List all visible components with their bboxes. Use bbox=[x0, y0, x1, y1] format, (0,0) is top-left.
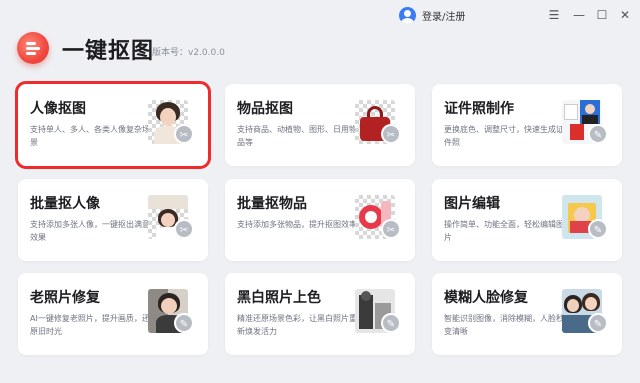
title-bar: 一键抠图 版本号：v2.0.0.0 登录/注册 ☰ — ☐ ✕ bbox=[0, 0, 640, 78]
edit-badge-icon: ✎ bbox=[588, 124, 608, 144]
card-face-restore[interactable]: 模糊人脸修复 智能识别图像，消除模糊，人脸秒变清晰 ✎ bbox=[432, 273, 622, 355]
cutout-badge-icon: ✂ bbox=[381, 124, 401, 144]
edit-badge-icon: ✎ bbox=[588, 219, 608, 239]
card-title: 批量抠人像 bbox=[30, 196, 100, 212]
card-desc: 更换底色、调整尺寸，快速生成证件照 bbox=[444, 125, 564, 147]
card-title: 老照片修复 bbox=[30, 290, 100, 306]
login-label: 登录/注册 bbox=[422, 12, 466, 23]
close-icon[interactable]: ✕ bbox=[617, 6, 633, 24]
card-object-cutout[interactable]: 物品抠图 支持商品、动植物、图形、日用物品等 ✂ bbox=[225, 84, 415, 166]
card-title: 模糊人脸修复 bbox=[444, 290, 528, 306]
app-logo-icon bbox=[17, 32, 49, 64]
card-title: 物品抠图 bbox=[237, 101, 293, 117]
card-desc: 精准还原场景色彩，让黑白照片重新焕发活力 bbox=[237, 314, 357, 336]
card-id-photo[interactable]: 证件照制作 更换底色、调整尺寸，快速生成证件照 ✎ bbox=[432, 84, 622, 166]
card-desc: 支持单人、多人、各类人像复杂场景 bbox=[30, 125, 150, 147]
restore-badge-icon: ✎ bbox=[174, 313, 194, 333]
card-desc: 支持添加多张物品，提升抠图效率 bbox=[237, 220, 357, 229]
card-batch-object[interactable]: 批量抠物品 支持添加多张物品，提升抠图效率 ✂ bbox=[225, 179, 415, 261]
card-image-edit[interactable]: 图片编辑 操作简单、功能全面，轻松编辑图片 ✎ bbox=[432, 179, 622, 261]
card-batch-portrait[interactable]: 批量抠人像 支持添加多张人像，一键抠出满意效果 ✂ bbox=[18, 179, 208, 261]
user-avatar-icon bbox=[399, 7, 416, 24]
colorize-badge-icon: ✎ bbox=[381, 313, 401, 333]
maximize-icon[interactable]: ☐ bbox=[594, 6, 610, 24]
cutout-badge-icon: ✂ bbox=[174, 219, 194, 239]
card-title: 人像抠图 bbox=[30, 101, 86, 117]
card-desc: 支持商品、动植物、图形、日用物品等 bbox=[237, 125, 357, 147]
card-colorize[interactable]: 黑白照片上色 精准还原场景色彩，让黑白照片重新焕发活力 ✎ bbox=[225, 273, 415, 355]
card-desc: 支持添加多张人像，一键抠出满意效果 bbox=[30, 220, 150, 242]
cutout-badge-icon: ✂ bbox=[174, 124, 194, 144]
card-portrait-cutout[interactable]: 人像抠图 支持单人、多人、各类人像复杂场景 ✂ bbox=[15, 81, 211, 169]
restore-badge-icon: ✎ bbox=[588, 313, 608, 333]
card-desc: 操作简单、功能全面，轻松编辑图片 bbox=[444, 220, 564, 242]
card-old-photo-restore[interactable]: 老照片修复 AI一键修复老照片，提升画质，还原旧时光 ✎ bbox=[18, 273, 208, 355]
card-title: 黑白照片上色 bbox=[237, 290, 321, 306]
login-button[interactable]: 登录/注册 bbox=[399, 7, 465, 24]
card-desc: AI一键修复老照片，提升画质，还原旧时光 bbox=[30, 314, 150, 336]
card-title: 批量抠物品 bbox=[237, 196, 307, 212]
card-title: 图片编辑 bbox=[444, 196, 500, 212]
card-desc: 智能识别图像，消除模糊，人脸秒变清晰 bbox=[444, 314, 564, 336]
version-label: 版本号：v2.0.0.0 bbox=[152, 48, 225, 58]
app-title: 一键抠图 bbox=[62, 39, 155, 64]
cutout-badge-icon: ✂ bbox=[381, 219, 401, 239]
minimize-icon[interactable]: — bbox=[571, 6, 587, 24]
menu-icon[interactable]: ☰ bbox=[546, 6, 562, 24]
card-title: 证件照制作 bbox=[444, 101, 514, 117]
